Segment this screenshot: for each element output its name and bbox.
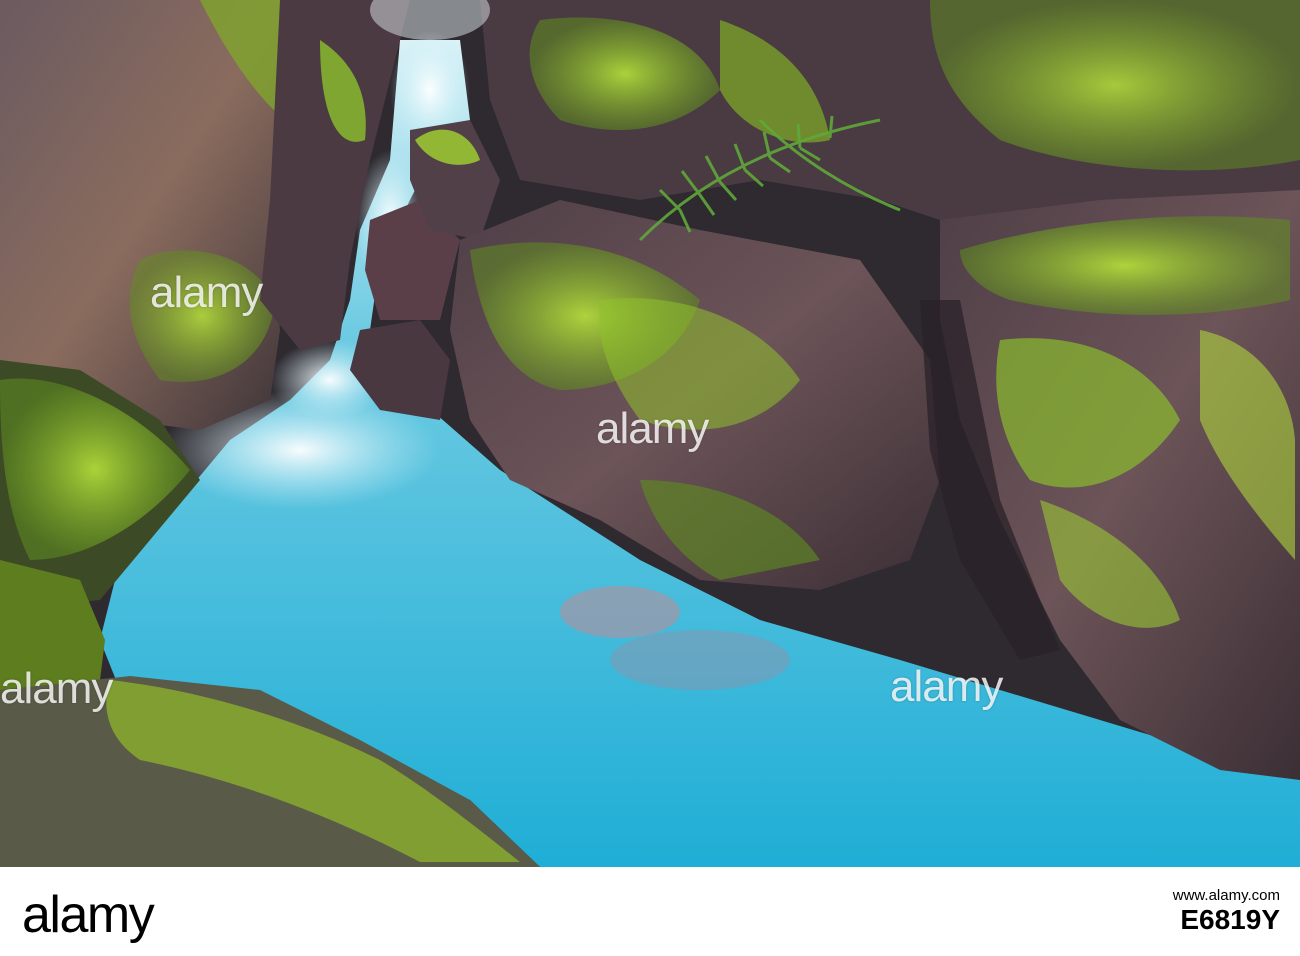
watermark: alamy [0,664,113,713]
submerged-rock [560,586,680,638]
watermark: alamy [890,662,1003,711]
image-id: E6819Y [1180,904,1280,935]
submerged-rock [610,630,790,690]
image-caption-line[interactable]: www.alamy.com [1173,887,1280,905]
photo: alamy alamy alamy alamy [0,0,1300,867]
footer-bar: alamy www.alamy.com E6819Y [0,867,1300,956]
watermark: alamy [596,404,709,453]
image-meta: www.alamy.com E6819Y [1173,887,1280,935]
watermark: alamy [150,268,263,317]
alamy-logo[interactable]: alamy [22,885,155,945]
